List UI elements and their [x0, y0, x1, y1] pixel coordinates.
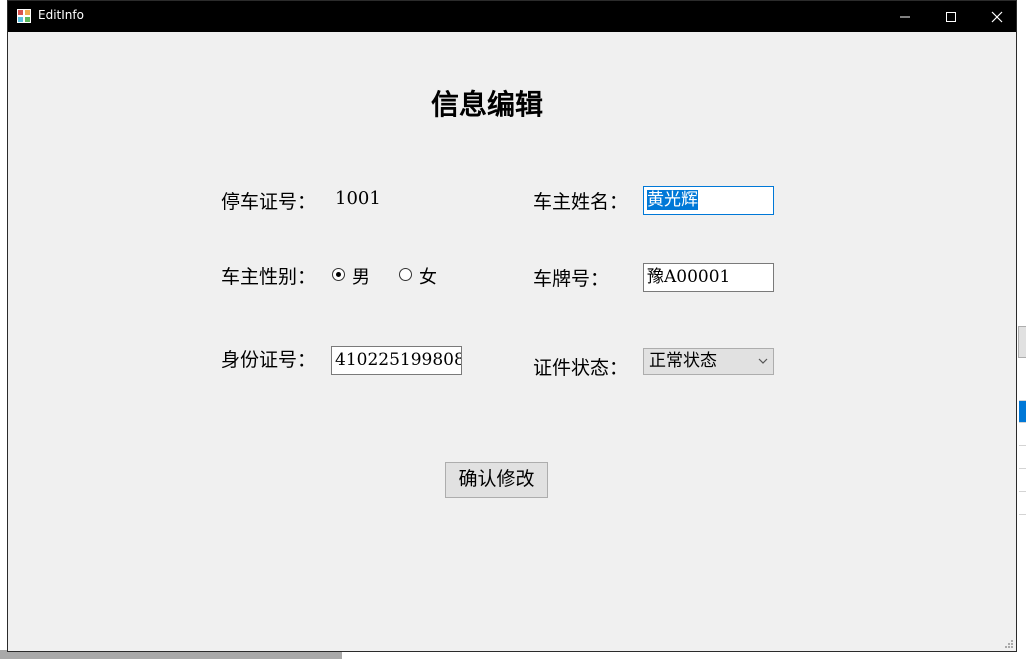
close-button[interactable] [974, 1, 1020, 32]
background-row [1019, 469, 1026, 492]
resize-grip-icon[interactable] [1004, 639, 1014, 649]
minimize-icon [900, 16, 910, 18]
plate-input[interactable]: 豫A00001 [643, 263, 774, 292]
maximize-button[interactable] [928, 1, 974, 32]
background-row [1019, 378, 1026, 401]
chevron-down-icon [758, 358, 768, 364]
gender-label: 车主性别： [221, 266, 317, 288]
background-row [1019, 446, 1026, 469]
gender-radio-male[interactable] [332, 268, 345, 281]
gender-radio-female[interactable] [399, 268, 412, 281]
permit-no-label: 停车证号： [221, 191, 317, 213]
background-row [1019, 423, 1026, 446]
plate-label: 车牌号： [533, 268, 610, 290]
edit-info-window: EditInfo 信息编辑 停车证号： 1001 车主姓名： 黄光辉 车主性别：… [7, 0, 1017, 652]
app-icon [17, 9, 31, 23]
confirm-button[interactable]: 确认修改 [445, 462, 548, 498]
id-card-input[interactable]: 41022519980827 [331, 346, 462, 375]
page-title: 信息编辑 [8, 83, 1016, 123]
status-label: 证件状态： [533, 357, 629, 379]
maximize-icon [946, 12, 956, 22]
background-table-edge [1017, 0, 1026, 659]
background-row-selected [1019, 401, 1026, 423]
background-button [1018, 326, 1026, 358]
permit-no-value: 1001 [335, 188, 381, 209]
page-title-text: 信息编辑 [430, 88, 543, 121]
background-row [1019, 492, 1026, 515]
owner-name-label: 车主姓名： [533, 191, 629, 213]
owner-name-selected-text: 黄光辉 [647, 190, 698, 210]
gender-option-male[interactable]: 男 [352, 263, 370, 289]
minimize-button[interactable] [882, 1, 928, 32]
id-card-label: 身份证号： [221, 349, 317, 371]
status-selected-value: 正常状态 [649, 351, 717, 371]
radio-dot [336, 272, 341, 277]
window-title: EditInfo [38, 8, 84, 22]
close-icon [991, 11, 1003, 23]
status-select[interactable]: 正常状态 [643, 348, 774, 375]
title-bar[interactable]: EditInfo [8, 1, 1016, 32]
gender-option-female[interactable]: 女 [419, 263, 437, 289]
owner-name-input[interactable]: 黄光辉 [643, 186, 774, 215]
